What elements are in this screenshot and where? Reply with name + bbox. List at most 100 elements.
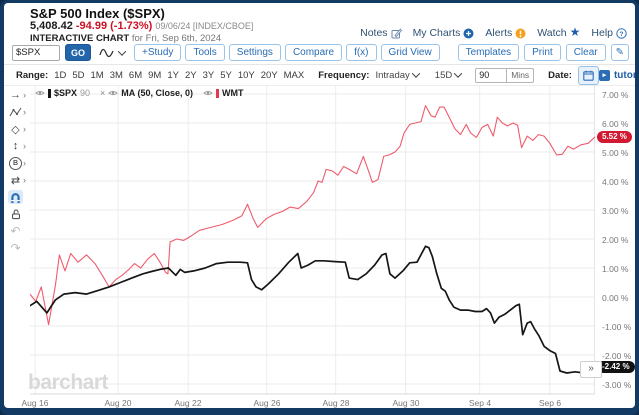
range-label: Range: bbox=[16, 70, 48, 81]
tutorial-icon: ▸ bbox=[599, 70, 610, 81]
expand-arrow-icon[interactable]: › bbox=[23, 90, 26, 100]
expand-panel-button[interactable]: » bbox=[580, 361, 602, 378]
compare-arrows-tool[interactable]: ⇄› bbox=[4, 172, 30, 188]
y-tick-label: -2.00 % bbox=[602, 351, 635, 361]
expand-arrow-icon[interactable]: › bbox=[23, 107, 26, 117]
clear-button[interactable]: Clear bbox=[566, 44, 606, 61]
price-change: -94.99 (-1.73%) bbox=[76, 20, 152, 32]
toolbar-tools-button[interactable]: Tools bbox=[185, 44, 224, 61]
toolbar-study-button[interactable]: +Study bbox=[134, 44, 181, 61]
header-link-notes[interactable]: Notes bbox=[360, 27, 401, 39]
eye-icon[interactable] bbox=[108, 89, 118, 97]
calendar-button[interactable] bbox=[578, 66, 599, 85]
swap-icon: ⇄ bbox=[8, 173, 23, 187]
tutorial-link[interactable]: ▸ tutorial bbox=[599, 70, 635, 81]
plus-circle-icon bbox=[463, 28, 474, 39]
y-tick-label: -3.00 % bbox=[602, 380, 635, 390]
remove-icon[interactable]: × bbox=[100, 88, 105, 98]
frequency-label: Frequency: bbox=[318, 70, 369, 81]
alert-icon bbox=[515, 28, 526, 39]
redo-icon: ↷ bbox=[8, 241, 23, 255]
arrows-tool[interactable]: ↕› bbox=[4, 138, 30, 154]
mins-input[interactable] bbox=[475, 68, 507, 83]
drawing-tools-sidebar: →››◇›↕›B›⇄›↶↷ bbox=[4, 87, 30, 256]
cursor-tool[interactable]: →› bbox=[4, 87, 30, 103]
chevron-down-icon bbox=[454, 69, 462, 77]
header-buttons: TemplatesPrint Clear ✎ bbox=[458, 44, 629, 61]
period-select[interactable]: 15D bbox=[435, 70, 461, 81]
range-1m[interactable]: 1M bbox=[91, 70, 104, 81]
toolbar-gridview-button[interactable]: Grid View bbox=[381, 44, 440, 61]
star-icon: ★ bbox=[570, 27, 581, 39]
range-3m[interactable]: 3M bbox=[110, 70, 123, 81]
go-button[interactable]: GO bbox=[65, 44, 91, 61]
range-10y[interactable]: 10Y bbox=[238, 70, 255, 81]
circle-b-icon: B bbox=[8, 156, 23, 170]
polyline-icon bbox=[8, 105, 23, 119]
x-tick-label: Aug 26 bbox=[245, 398, 289, 408]
frequency-select[interactable]: Intraday bbox=[375, 70, 418, 81]
expand-arrow-icon[interactable]: › bbox=[23, 158, 26, 168]
shapes-tool[interactable]: ◇› bbox=[4, 121, 30, 137]
lock-tool[interactable] bbox=[4, 206, 30, 222]
x-tick-label: Aug 28 bbox=[314, 398, 358, 408]
chart-toolbar: GO +StudyTools SettingsComparef(x) Grid Vi… bbox=[12, 44, 440, 61]
y-tick-label: 5.00 % bbox=[602, 148, 635, 158]
lock-icon bbox=[8, 207, 23, 221]
buy-sell-marker-tool[interactable]: B› bbox=[4, 155, 30, 171]
range-bar: Range: 1D 5D 1M 3M 6M 9M 1Y 2Y 3Y 5Y 10Y 20Y MAX Fre… bbox=[4, 64, 635, 86]
range-2y[interactable]: 2Y bbox=[185, 70, 197, 81]
eye-icon[interactable] bbox=[35, 89, 45, 97]
x-tick-label: Sep 6 bbox=[528, 398, 572, 408]
eye-icon[interactable] bbox=[203, 89, 213, 97]
toolbar-fx-button[interactable]: f(x) bbox=[346, 44, 376, 61]
annotate-button[interactable]: ✎ bbox=[611, 44, 629, 61]
range-6m[interactable]: 6M bbox=[129, 70, 142, 81]
range-5d[interactable]: 5D bbox=[72, 70, 84, 81]
magnet-icon bbox=[8, 190, 23, 204]
expand-arrow-icon[interactable]: › bbox=[23, 141, 26, 151]
undo-tool: ↶ bbox=[4, 223, 30, 239]
header-link-help[interactable]: Help? bbox=[591, 27, 627, 39]
date-picker-group: Date: bbox=[548, 66, 599, 85]
range-9m[interactable]: 9M bbox=[148, 70, 161, 81]
arrow-icon: → bbox=[8, 88, 23, 102]
chart-type-selector[interactable] bbox=[99, 47, 125, 58]
last-price: 5,408.42 bbox=[30, 20, 73, 32]
toolbar-settings-button[interactable]: Settings bbox=[229, 44, 281, 61]
svg-text:?: ? bbox=[620, 30, 624, 37]
series-swatch bbox=[48, 89, 51, 98]
price-chart-svg[interactable] bbox=[30, 85, 595, 397]
range-1y[interactable]: 1Y bbox=[167, 70, 179, 81]
header-links: Notes My Charts Alerts Watch★ Help? bbox=[360, 27, 627, 39]
notes-icon bbox=[391, 28, 402, 39]
header-link-my-charts[interactable]: My Charts bbox=[413, 27, 475, 39]
expand-arrow-icon[interactable]: › bbox=[23, 124, 26, 134]
chevron-down-icon bbox=[118, 47, 126, 55]
range-max[interactable]: MAX bbox=[284, 70, 305, 81]
magnet-tool[interactable] bbox=[4, 189, 30, 205]
print-button[interactable]: Print bbox=[524, 44, 561, 61]
y-tick-label: 0.00 % bbox=[602, 293, 635, 303]
mins-input-group: Mins bbox=[475, 68, 534, 83]
header-link-watch[interactable]: Watch★ bbox=[537, 27, 580, 39]
x-tick-label: Aug 22 bbox=[166, 398, 210, 408]
expand-arrow-icon[interactable]: › bbox=[23, 175, 26, 185]
templates-button[interactable]: Templates bbox=[458, 44, 520, 61]
calendar-icon bbox=[583, 70, 594, 81]
window-frame: S&P 500 Index ($SPX) 5,408.42 -94.99 (-1… bbox=[0, 0, 639, 415]
undo-icon: ↶ bbox=[8, 224, 23, 238]
range-5y[interactable]: 5Y bbox=[220, 70, 232, 81]
header-link-alerts[interactable]: Alerts bbox=[485, 27, 526, 39]
symbol-input[interactable] bbox=[12, 45, 60, 61]
y-tick-label: 1.00 % bbox=[602, 264, 635, 274]
page-title: S&P 500 Index ($SPX) bbox=[30, 6, 165, 21]
y-tick-label: -1.00 % bbox=[602, 322, 635, 332]
range-1d[interactable]: 1D bbox=[54, 70, 66, 81]
range-3y[interactable]: 3Y bbox=[203, 70, 215, 81]
chevron-down-icon bbox=[412, 69, 420, 77]
draw-lines-tool[interactable]: › bbox=[4, 104, 30, 120]
diamond-icon: ◇ bbox=[8, 122, 23, 136]
toolbar-compare-button[interactable]: Compare bbox=[285, 44, 342, 61]
range-20y[interactable]: 20Y bbox=[261, 70, 278, 81]
